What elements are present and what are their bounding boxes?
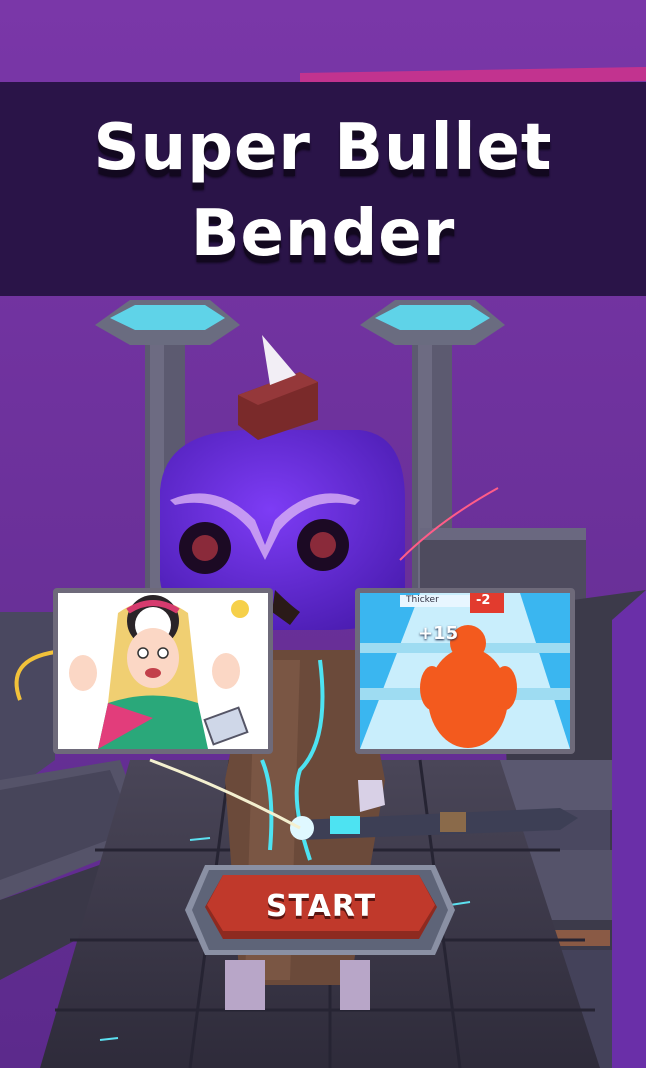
title-line-1: Super Bullet bbox=[93, 111, 553, 185]
runner-image bbox=[360, 593, 570, 749]
ad-badge-plus: +15 bbox=[418, 623, 459, 644]
start-button[interactable] bbox=[205, 875, 437, 939]
game-title: Super Bullet Bender bbox=[0, 105, 646, 277]
runner-game-ad[interactable]: Thicker -2 +15 bbox=[355, 588, 575, 754]
ad-label: Thicker bbox=[406, 595, 439, 605]
cartoon-girl-image bbox=[58, 593, 268, 749]
title-line-2: Bender bbox=[190, 197, 456, 271]
ad-badge-minus: -2 bbox=[476, 593, 491, 608]
game-screen: Super Bullet Bender Thicker -2 +15 START bbox=[0, 0, 646, 1068]
puzzle-game-ad[interactable] bbox=[53, 588, 273, 754]
